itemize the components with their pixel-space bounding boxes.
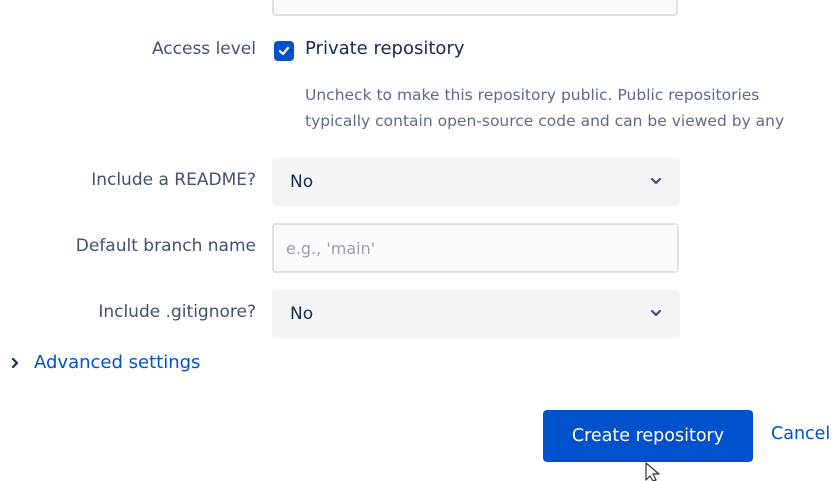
readme-select-value: No (290, 172, 314, 192)
cancel-button[interactable]: Cancel (771, 424, 830, 444)
readme-label: Include a README? (91, 170, 256, 190)
private-repository-checkbox[interactable] (274, 41, 294, 61)
help-text-line: typically contain open-source code and c… (305, 112, 785, 130)
mouse-pointer-icon (645, 462, 660, 481)
create-repository-form: Access level Private repository Uncheck … (0, 0, 840, 481)
default-branch-input[interactable] (272, 223, 679, 273)
chevron-right-icon (11, 357, 19, 368)
gitignore-select[interactable]: No (272, 290, 680, 338)
repository-name-input[interactable] (272, 0, 678, 16)
advanced-settings-label: Advanced settings (34, 352, 201, 373)
default-branch-label: Default branch name (75, 236, 256, 256)
access-level-help-text: Uncheck to make this repository public. … (305, 82, 840, 134)
gitignore-label: Include .gitignore? (98, 302, 256, 322)
chevron-down-icon (650, 309, 662, 317)
access-level-label: Access level (151, 39, 256, 59)
create-repository-button[interactable]: Create repository (543, 410, 753, 462)
gitignore-select-value: No (290, 304, 314, 324)
advanced-settings-toggle[interactable]: Advanced settings (10, 352, 200, 373)
readme-select[interactable]: No (272, 158, 680, 206)
check-icon (278, 46, 290, 56)
chevron-down-icon (650, 177, 662, 185)
private-repository-label[interactable]: Private repository (305, 38, 465, 59)
help-text-line: Uncheck to make this repository public. … (305, 86, 760, 104)
